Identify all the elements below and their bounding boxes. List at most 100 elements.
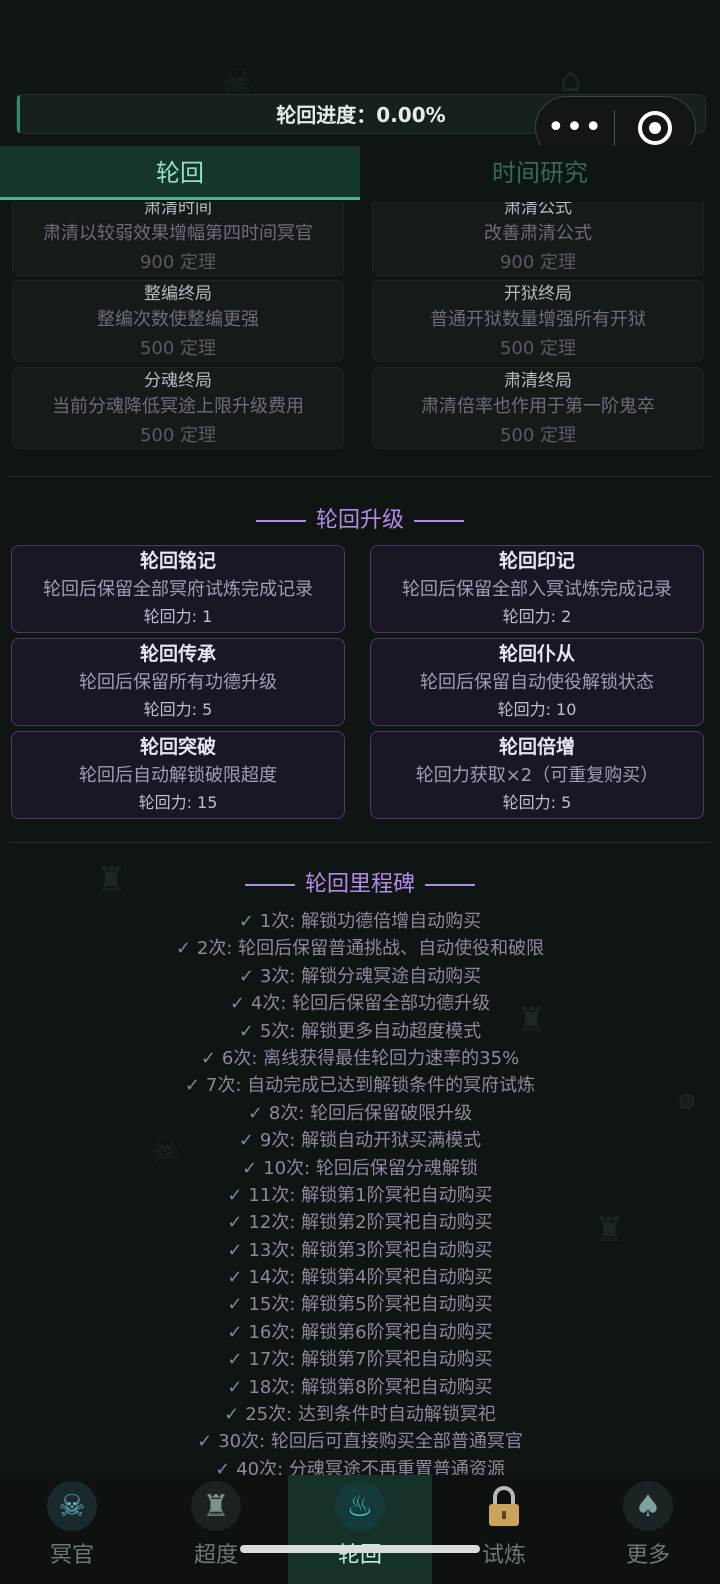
research-cost: 500 定理 xyxy=(499,425,577,446)
check-icon: ✓ xyxy=(242,1157,258,1179)
upgrade-card[interactable]: 轮回印记 轮回后保留全部入冥试炼完成记录 轮回力: 2 xyxy=(370,545,704,633)
milestone-item: ✓ 8次: 轮回后保留破限升级 xyxy=(247,1102,473,1124)
heading-line xyxy=(414,520,464,522)
check-icon: ✓ xyxy=(227,1294,243,1316)
nav-item-reincarnation[interactable]: ♨ 轮回 xyxy=(288,1475,432,1584)
upgrade-title: 轮回印记 xyxy=(498,550,575,572)
milestone-item: ✓ 1次: 解锁功德倍增自动购买 xyxy=(238,911,482,932)
nav-item-officials[interactable]: ☠ 冥官 xyxy=(0,1475,144,1584)
nav-item-trials[interactable]: 试炼 xyxy=(432,1475,576,1584)
research-desc: 当前分魂降低冥途上限升级费用 xyxy=(52,396,304,417)
upgrade-card[interactable]: 轮回突破 轮回后自动解锁破限超度 轮回力: 15 xyxy=(11,731,345,819)
research-card[interactable]: 肃清终局 肃清倍率也作用于第一阶鬼卒 500 定理 xyxy=(372,367,704,449)
check-icon: ✓ xyxy=(200,1047,216,1069)
check-icon: ✓ xyxy=(215,1458,231,1475)
upgrade-desc: 轮回后保留所有功德升级 xyxy=(79,672,277,693)
research-cost: 900 定理 xyxy=(139,252,217,273)
check-icon: ✓ xyxy=(227,1349,243,1371)
heading-line xyxy=(425,884,475,886)
milestone-item: ✓ 40次: 分魂冥途不再重置普通资源 xyxy=(0,1456,720,1475)
upgrade-cost: 轮回力: 5 xyxy=(143,700,213,719)
milestone-item: ✓ 7次: 自动完成已达到解锁条件的冥府试炼 xyxy=(184,1075,536,1097)
nav-label: 试炼 xyxy=(481,1543,526,1568)
lock-icon xyxy=(479,1481,529,1531)
upgrade-desc: 轮回后保留全部入冥试炼完成记录 xyxy=(402,579,672,600)
check-icon: ✓ xyxy=(229,993,245,1015)
upgrade-title: 轮回倍增 xyxy=(498,736,575,758)
research-desc: 肃清以较弱效果增幅第四时间冥官 xyxy=(43,223,313,244)
lantern-crest-icon: ♜ xyxy=(191,1481,241,1531)
milestone-item: ✓ 14次: 解锁第4阶冥祀自动购买 xyxy=(227,1267,493,1289)
milestone-item: ✓ 9次: 解锁自动开狱买满模式 xyxy=(238,1130,482,1152)
upgrades-title: 轮回升级 xyxy=(315,508,404,533)
research-card[interactable]: 肃清时间 肃清以较弱效果增幅第四时间冥官 900 定理 xyxy=(12,202,344,276)
upgrade-cost: 轮回力: 10 xyxy=(497,700,577,719)
research-cost: 500 定理 xyxy=(139,425,217,446)
milestones-heading: 轮回里程碑 xyxy=(0,866,720,898)
milestone-item: ✓ 5次: 解锁更多自动超度模式 xyxy=(238,1020,482,1042)
milestone-item: ✓ 16次: 解锁第6阶冥祀自动购买 xyxy=(227,1321,493,1343)
check-icon: ✓ xyxy=(227,1212,243,1234)
home-indicator[interactable] xyxy=(240,1545,480,1553)
nav-label: 更多 xyxy=(625,1543,670,1568)
check-icon: ✓ xyxy=(238,965,254,987)
section-divider xyxy=(10,476,710,477)
research-cost: 900 定理 xyxy=(499,252,577,273)
research-title: 分魂终局 xyxy=(144,371,212,391)
check-icon: ✓ xyxy=(247,1102,263,1124)
upgrade-title: 轮回突破 xyxy=(139,736,216,758)
check-icon: ✓ xyxy=(227,1267,243,1289)
milestone-item: ✓ 17次: 解锁第7阶冥祀自动购买 xyxy=(227,1349,493,1371)
upgrade-title: 轮回铭记 xyxy=(139,550,216,572)
check-icon: ✓ xyxy=(238,1130,254,1152)
milestone-item: ✓ 6次: 离线获得最佳轮回力速率的35% xyxy=(200,1047,520,1069)
upgrade-cost: 轮回力: 5 xyxy=(502,793,572,812)
upgrade-card[interactable]: 轮回铭记 轮回后保留全部冥府试炼完成记录 轮回力: 1 xyxy=(11,545,345,633)
milestone-item: ✓ 13次: 解锁第3阶冥祀自动购买 xyxy=(227,1239,493,1261)
upgrade-desc: 轮回后保留全部冥府试炼完成记录 xyxy=(43,579,313,600)
milestone-item: ✓ 2次: 轮回后保留普通挑战、自动使役和破限 xyxy=(175,938,545,960)
heading-line xyxy=(244,884,295,886)
upgrade-title: 轮回仆从 xyxy=(498,643,575,665)
nav-item-deliverance[interactable]: ♜ 超度 xyxy=(144,1475,288,1584)
research-card[interactable]: 分魂终局 当前分魂降低冥途上限升级费用 500 定理 xyxy=(12,367,344,449)
check-icon: ✓ xyxy=(224,1404,240,1426)
research-cost: 500 定理 xyxy=(499,338,577,359)
research-card[interactable]: 开狱终局 普通开狱数量增强所有开狱 500 定理 xyxy=(372,280,704,362)
milestone-item: ✓ 30次: 轮回后可直接购买全部普通冥官 xyxy=(197,1431,523,1453)
research-title: 开狱终局 xyxy=(504,284,572,304)
milestone-item: ✓ 11次: 解锁第1阶冥祀自动购买 xyxy=(227,1184,493,1206)
check-icon: ✓ xyxy=(184,1075,200,1097)
milestone-list: ✓ 1次: 解锁功德倍增自动购买 ✓ 2次: 轮回后保留普通挑战、自动使役和破限 ✓… xyxy=(0,908,720,1475)
milestone-item: ✓ 18次: 解锁第8阶冥祀自动购买 xyxy=(227,1376,493,1398)
tab-time-research[interactable]: 时间研究 xyxy=(360,146,720,200)
research-card[interactable]: 肃清公式 改善肃清公式 900 定理 xyxy=(372,202,704,276)
check-icon: ✓ xyxy=(238,911,254,932)
upgrade-cost: 轮回力: 15 xyxy=(138,793,218,812)
target-icon[interactable] xyxy=(615,110,695,145)
nav-item-more[interactable]: ♠ 更多 xyxy=(576,1475,720,1584)
upgrade-card[interactable]: 轮回仆从 轮回后保留自动使役解锁状态 轮回力: 10 xyxy=(370,638,704,726)
upgrade-desc: 轮回后自动解锁破限超度 xyxy=(79,765,277,786)
research-card[interactable]: 整编终局 整编次数使整编更强 500 定理 xyxy=(12,280,344,362)
check-icon: ✓ xyxy=(227,1184,243,1206)
check-icon: ✓ xyxy=(197,1431,213,1453)
tab-reincarnation[interactable]: 轮回 xyxy=(0,146,360,200)
research-title: 肃清终局 xyxy=(504,371,572,391)
check-icon: ✓ xyxy=(238,1020,254,1042)
research-desc: 改善肃清公式 xyxy=(484,223,592,244)
upgrade-card[interactable]: 轮回传承 轮回后保留所有功德升级 轮回力: 5 xyxy=(11,638,345,726)
upgrade-cost: 轮回力: 2 xyxy=(502,607,572,626)
section-divider xyxy=(10,842,710,843)
upgrade-cost: 轮回力: 1 xyxy=(143,607,213,626)
nav-label: 轮回 xyxy=(337,1543,382,1568)
time-research-list: 肃清时间 肃清以较弱效果增幅第四时间冥官 900 定理 肃清公式 改善肃清公式 … xyxy=(0,202,720,454)
upgrade-card[interactable]: 轮回倍增 轮回力获取×2（可重复购买） 轮回力: 5 xyxy=(370,731,704,819)
upgrades-heading: 轮回升级 xyxy=(0,502,720,534)
milestone-item: ✓ 3次: 解锁分魂冥途自动购买 xyxy=(238,965,482,987)
milestones-title: 轮回里程碑 xyxy=(304,872,415,897)
cycle-flame-icon: ♨ xyxy=(335,1481,385,1531)
research-desc: 普通开狱数量增强所有开狱 xyxy=(430,309,646,330)
upgrade-desc: 轮回后保留自动使役解锁状态 xyxy=(420,672,654,693)
check-icon: ✓ xyxy=(227,1239,243,1261)
